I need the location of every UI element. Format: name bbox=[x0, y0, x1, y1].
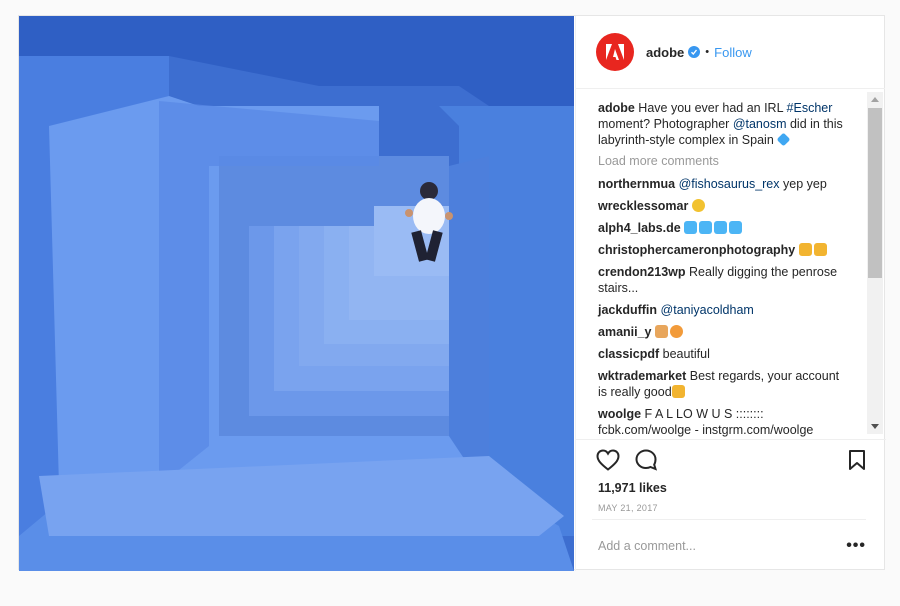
comments-scrollbar[interactable] bbox=[867, 92, 883, 434]
comment-username[interactable]: northernmua bbox=[598, 177, 675, 191]
raised-hands-emoji-icon bbox=[671, 385, 685, 398]
scroll-up-arrow-icon[interactable] bbox=[871, 97, 879, 102]
comment-item: jackduffin @taniyacoldham bbox=[598, 302, 848, 318]
post-side-panel: adobe • Follow adobe Have you ever had a… bbox=[575, 16, 886, 571]
caption-hashtag[interactable]: #Escher bbox=[787, 101, 833, 115]
heart-icon[interactable] bbox=[596, 448, 620, 471]
caption-mention[interactable]: @tanosm bbox=[733, 117, 787, 131]
caption-text-2: moment? Photographer bbox=[598, 117, 733, 131]
comment-item: northernmua @fishosaurus_rex yep yep bbox=[598, 176, 848, 192]
raised-hands-emoji-icon bbox=[813, 243, 827, 256]
post-header: adobe • Follow bbox=[576, 16, 885, 89]
header-username[interactable]: adobe bbox=[646, 45, 684, 60]
gem-emoji-icon bbox=[729, 221, 743, 234]
sunglasses-emoji-icon bbox=[691, 199, 705, 212]
comment-item: wrecklessomar bbox=[598, 198, 848, 214]
comment-item: crendon213wp Really digging the penrose … bbox=[598, 264, 848, 296]
raised-hands-emoji-icon bbox=[798, 243, 812, 256]
comment-item: wktrademarket Best regards, your account… bbox=[598, 368, 848, 400]
comment-mention[interactable]: @taniyacoldham bbox=[661, 303, 754, 317]
comment-item: alph4_labs.de bbox=[598, 220, 848, 236]
comment-username[interactable]: wrecklessomar bbox=[598, 199, 688, 213]
post-photo[interactable] bbox=[19, 16, 574, 571]
blue-diamond-icon bbox=[776, 132, 791, 147]
comment-username[interactable]: alph4_labs.de bbox=[598, 221, 681, 235]
comment-username[interactable]: classicpdf bbox=[598, 347, 659, 361]
follow-button[interactable]: Follow bbox=[714, 45, 752, 60]
comment-mention[interactable]: @fishosaurus_rex bbox=[679, 177, 780, 191]
hand-emoji-icon bbox=[655, 325, 668, 338]
gem-emoji-icon bbox=[684, 221, 698, 234]
verified-badge-icon bbox=[688, 46, 701, 58]
comment-username[interactable]: jackduffin bbox=[598, 303, 657, 317]
adobe-logo-icon[interactable] bbox=[596, 33, 634, 71]
post-date: MAY 21, 2017 bbox=[598, 503, 658, 513]
comment-item: woolge F A L LO W U S :::::::: fcbk.com/… bbox=[598, 406, 848, 438]
likes-count[interactable]: 11,971 likes bbox=[598, 481, 667, 495]
comment-username[interactable]: amanii_y bbox=[598, 325, 652, 339]
cat-emoji-icon bbox=[670, 325, 683, 338]
comment-item: christophercameronphotography bbox=[598, 242, 868, 258]
comment-username[interactable]: crendon213wp bbox=[598, 265, 686, 279]
add-comment-section: ••• bbox=[592, 519, 866, 571]
comment-bubble-icon[interactable] bbox=[634, 448, 658, 472]
gem-emoji-icon bbox=[699, 221, 713, 234]
caption-username[interactable]: adobe bbox=[598, 101, 635, 115]
add-comment-input[interactable] bbox=[598, 538, 828, 553]
comment-item: classicpdf beautiful bbox=[598, 346, 848, 362]
comment-text: yep yep bbox=[779, 177, 827, 191]
bookmark-icon[interactable] bbox=[848, 449, 866, 471]
scrollbar-thumb[interactable] bbox=[868, 108, 882, 278]
scroll-down-arrow-icon[interactable] bbox=[871, 424, 879, 429]
caption: adobe Have you ever had an IRL #Escher m… bbox=[598, 100, 848, 148]
comment-username[interactable]: wktrademarket bbox=[598, 369, 686, 383]
comment-text: beautiful bbox=[662, 347, 710, 361]
gem-emoji-icon bbox=[714, 221, 728, 234]
header-separator: • bbox=[705, 46, 710, 58]
comment-username[interactable]: woolge bbox=[598, 407, 641, 421]
caption-text-1: Have you ever had an IRL bbox=[638, 101, 787, 115]
comment-username[interactable]: christophercameronphotography bbox=[598, 243, 795, 257]
load-more-comments-button[interactable]: Load more comments bbox=[598, 154, 864, 168]
comment-item: amanii_y bbox=[598, 324, 848, 340]
more-options-icon[interactable]: ••• bbox=[846, 537, 866, 555]
staircase-photo-image bbox=[19, 16, 574, 571]
post-actions bbox=[576, 439, 886, 479]
post-card: adobe • Follow adobe Have you ever had a… bbox=[18, 15, 886, 571]
comments-list[interactable]: adobe Have you ever had an IRL #Escher m… bbox=[576, 90, 886, 438]
